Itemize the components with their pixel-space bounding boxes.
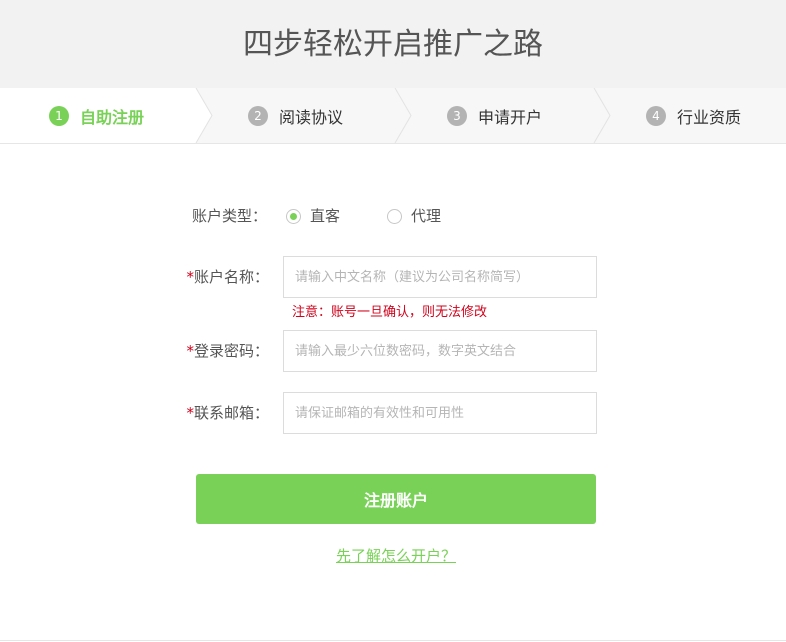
radio-label: 代理 — [411, 207, 442, 225]
radio-unchecked-icon[interactable] — [387, 208, 402, 224]
radio-agent[interactable]: 代理 — [387, 206, 441, 226]
email-input[interactable] — [283, 392, 597, 434]
step-read-agreement: 2 阅读协议 — [248, 88, 343, 143]
register-account-button[interactable]: 注册账户 — [196, 474, 596, 524]
required-mark: * — [186, 268, 194, 286]
radio-checked-icon[interactable] — [286, 208, 301, 224]
radio-label: 直客 — [310, 207, 341, 225]
label-text: 登录密码： — [193, 342, 269, 360]
account-name-label: *账户名称： — [69, 267, 269, 287]
page-header: 四步轻松开启推广之路 — [0, 0, 786, 88]
step-divider-chevron — [394, 88, 412, 143]
registration-page: 四步轻松开启推广之路 1 自助注册 2 阅读协议 3 申请开户 4 行业资质 账… — [0, 0, 786, 642]
password-input[interactable] — [283, 330, 597, 372]
required-mark: * — [186, 404, 194, 422]
account-name-input[interactable] — [283, 256, 597, 298]
bottom-divider — [0, 640, 786, 641]
step-number-badge: 1 — [49, 105, 69, 126]
email-label: *联系邮箱： — [69, 403, 269, 423]
step-number-badge: 4 — [646, 105, 666, 126]
step-number-badge: 3 — [447, 105, 467, 126]
label-text: 联系邮箱： — [193, 404, 269, 422]
page-title: 四步轻松开启推广之路 — [243, 27, 543, 62]
required-mark: * — [186, 342, 194, 360]
how-to-open-account-link[interactable]: 先了解怎么开户？ — [0, 546, 786, 566]
step-divider-chevron — [194, 88, 213, 143]
password-label: *登录密码： — [69, 341, 269, 361]
step-label: 自助注册 — [80, 107, 145, 127]
step-progress-bar: 1 自助注册 2 阅读协议 3 申请开户 4 行业资质 — [0, 88, 786, 144]
radio-direct-client[interactable]: 直客 — [286, 206, 340, 226]
step-number-badge: 2 — [248, 105, 268, 126]
step-label: 申请开户 — [478, 107, 543, 127]
label-text: 账户名称： — [193, 268, 269, 286]
step-label: 行业资质 — [677, 107, 742, 127]
step-register: 1 自助注册 — [49, 88, 144, 143]
step-divider-chevron — [593, 88, 611, 143]
step-apply-account: 3 申请开户 — [447, 88, 542, 143]
account-type-label: 账户类型： — [191, 207, 267, 225]
step-label: 阅读协议 — [279, 107, 344, 127]
account-name-notice: 注意：账号一旦确认，则无法修改 — [292, 305, 488, 320]
step-industry-qualification: 4 行业资质 — [646, 88, 741, 143]
